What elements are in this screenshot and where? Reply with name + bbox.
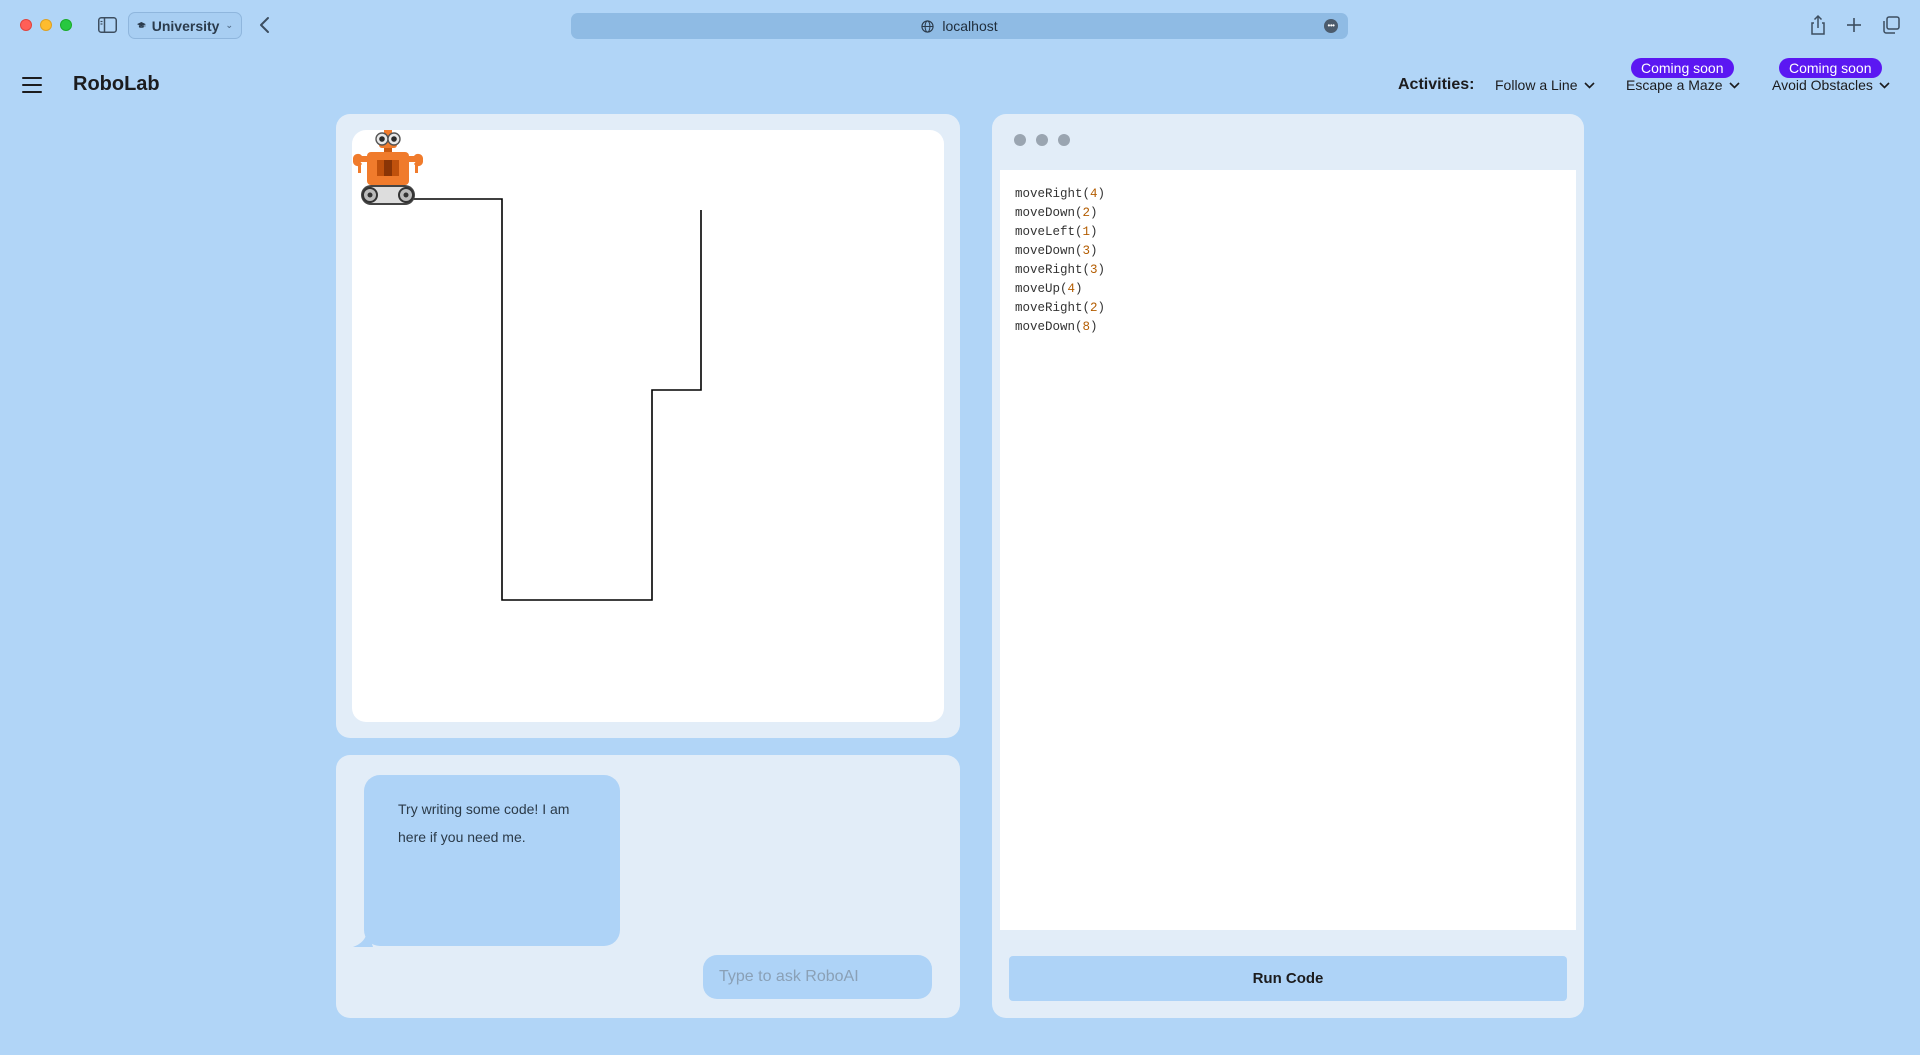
more-options-icon[interactable]: ••• xyxy=(1324,19,1338,33)
app-title: RoboLab xyxy=(73,73,160,95)
code-editor[interactable]: moveRight(4) moveDown(2) moveLeft(1) mov… xyxy=(1000,170,1576,930)
code-editor-panel: moveRight(4) moveDown(2) moveLeft(1) mov… xyxy=(992,114,1584,1018)
coming-soon-badge: Coming soon xyxy=(1631,58,1734,78)
robot-canvas xyxy=(352,130,944,722)
window-dot xyxy=(1058,134,1070,146)
window-dot xyxy=(1014,134,1026,146)
minimize-window-button[interactable] xyxy=(40,19,52,31)
chat-input[interactable] xyxy=(703,955,932,999)
url-text: localhost xyxy=(942,18,998,34)
code-line: moveUp(4) xyxy=(1015,282,1083,296)
coming-soon-badge: Coming soon xyxy=(1779,58,1882,78)
globe-icon xyxy=(921,19,934,33)
robot-icon xyxy=(353,130,423,205)
chevron-down-icon xyxy=(1879,81,1890,89)
profile-selector[interactable]: University ⌄ xyxy=(128,12,242,39)
activity-label: Avoid Obstacles xyxy=(1772,77,1873,93)
activity-avoid-obstacles[interactable]: Avoid Obstacles xyxy=(1772,77,1890,93)
activity-escape-a-maze[interactable]: Escape a Maze xyxy=(1626,77,1740,93)
code-line: moveRight(3) xyxy=(1015,263,1106,277)
activity-follow-a-line[interactable]: Follow a Line xyxy=(1495,77,1595,93)
activities-label: Activities: xyxy=(1398,76,1475,93)
close-window-button[interactable] xyxy=(20,19,32,31)
browser-toolbar: University ⌄ localhost ••• xyxy=(0,0,1920,52)
code-line: moveDown(2) xyxy=(1015,206,1098,220)
code-line: moveRight(4) xyxy=(1015,187,1106,201)
sidebar-toggle-icon[interactable] xyxy=(98,17,117,33)
address-bar[interactable]: localhost ••• xyxy=(571,13,1348,39)
robot-canvas-panel xyxy=(336,114,960,738)
back-arrow-icon[interactable] xyxy=(258,15,272,35)
code-line: moveDown(8) xyxy=(1015,320,1098,334)
zoom-window-button[interactable] xyxy=(60,19,72,31)
robot-trail xyxy=(390,198,702,601)
run-code-button[interactable]: Run Code xyxy=(1009,956,1567,1001)
activity-label: Follow a Line xyxy=(1495,77,1578,93)
assistant-message: Try writing some code! I am here if you … xyxy=(364,775,620,946)
chat-panel: Try writing some code! I am here if you … xyxy=(336,755,960,1018)
chevron-down-icon: ⌄ xyxy=(225,20,233,30)
new-tab-icon[interactable] xyxy=(1843,14,1865,36)
code-line: moveRight(2) xyxy=(1015,301,1106,315)
activity-label: Escape a Maze xyxy=(1626,77,1723,93)
graduation-cap-icon xyxy=(137,21,146,28)
profile-label: University xyxy=(151,17,220,34)
code-line: moveDown(3) xyxy=(1015,244,1098,258)
chevron-down-icon xyxy=(1728,81,1740,89)
chevron-down-icon xyxy=(1583,81,1595,89)
code-line: moveLeft(1) xyxy=(1015,225,1098,239)
window-dot xyxy=(1036,134,1048,146)
share-icon[interactable] xyxy=(1807,14,1829,36)
tab-overview-icon[interactable] xyxy=(1880,14,1902,36)
menu-icon[interactable] xyxy=(22,77,42,93)
